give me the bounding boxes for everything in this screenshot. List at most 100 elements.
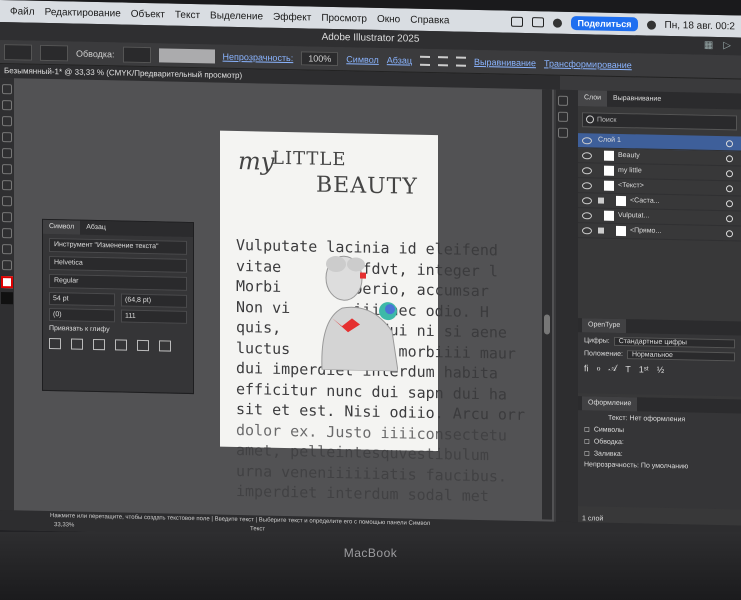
statue-image[interactable] (302, 249, 398, 372)
snap-angular-icon[interactable] (137, 339, 149, 352)
target-icon[interactable] (726, 154, 733, 162)
target-icon[interactable] (726, 214, 733, 222)
tab-layers[interactable]: Слои (578, 90, 608, 107)
symbols-row[interactable]: Символы (594, 426, 624, 434)
export-panel-icon[interactable] (558, 127, 568, 138)
rectangle-tool-icon[interactable] (2, 148, 12, 159)
layer-row[interactable]: <Прямо... (578, 223, 741, 242)
stroke-swatch[interactable] (40, 44, 68, 61)
visibility-icon[interactable] (582, 211, 592, 219)
tab-paragraph[interactable]: Абзац (80, 221, 112, 236)
snap-proximity-icon[interactable] (115, 339, 127, 351)
snap-bounds-icon[interactable] (93, 338, 105, 351)
target-icon[interactable] (726, 139, 733, 147)
battery-icon[interactable] (511, 16, 524, 27)
keyboard-icon[interactable] (532, 17, 545, 28)
eye-icon[interactable]: ◻ (584, 449, 590, 457)
eyedropper-tool-icon[interactable] (2, 228, 12, 239)
menu-window[interactable]: Окно (377, 13, 400, 24)
ordinal-icon[interactable]: 1ˢᵗ (639, 364, 649, 374)
rotate-tool-icon[interactable] (2, 180, 12, 191)
target-icon[interactable] (726, 169, 733, 177)
menu-effect[interactable]: Эффект (273, 11, 311, 23)
stroke-color-swatch[interactable] (1, 292, 13, 305)
paragraph-link[interactable]: Абзац (387, 55, 412, 66)
lock-icon[interactable] (598, 197, 604, 204)
font-family-select[interactable]: Helvetica (49, 256, 187, 273)
fill-color-swatch[interactable] (1, 276, 13, 289)
tracking-field[interactable]: 111 (121, 309, 187, 324)
opacity-field[interactable]: 100% (301, 50, 339, 66)
font-size-field[interactable]: 54 pt (49, 292, 115, 307)
snap-baseline-icon[interactable] (49, 338, 61, 350)
contextual-icon[interactable]: ℴ (597, 362, 601, 373)
transform-link[interactable]: Трансформирование (544, 58, 632, 70)
swash-icon[interactable]: 𝒜 (609, 363, 618, 374)
snap-xheight-icon[interactable] (71, 338, 83, 350)
visibility-icon[interactable] (582, 226, 592, 234)
search-icon[interactable] (646, 20, 656, 30)
leading-field[interactable]: (64,8 pt) (121, 293, 187, 308)
vertical-scrollbar[interactable] (542, 89, 552, 520)
snap-anchor-icon[interactable] (159, 340, 171, 352)
hand-tool-icon[interactable] (2, 244, 12, 255)
opacity-label[interactable]: Непрозрачность: (223, 51, 294, 62)
selection-tool-icon[interactable] (2, 84, 12, 95)
fraction-icon[interactable]: ½ (657, 364, 665, 374)
menu-view[interactable]: Просмотр (321, 12, 367, 24)
target-icon[interactable] (726, 199, 733, 207)
opacity-row[interactable]: Непрозрачность: По умолчанию (584, 461, 688, 470)
digits-select[interactable]: Стандартные цифры (613, 336, 735, 349)
ligature-icon[interactable]: ﬁ (584, 363, 589, 373)
tab-align[interactable]: Выравнивание (607, 91, 667, 108)
position-select[interactable]: Нормальное (626, 350, 735, 362)
lock-icon[interactable] (598, 227, 604, 234)
eye-icon[interactable]: ◻ (584, 437, 590, 445)
stroke-weight[interactable] (122, 46, 151, 63)
zoom-level[interactable]: 33,33% (54, 522, 74, 528)
type-tool-icon[interactable] (2, 132, 12, 143)
scale-tool-icon[interactable] (2, 196, 12, 207)
menu-edit[interactable]: Редактирование (45, 6, 121, 19)
share-button[interactable]: Поделиться (571, 15, 638, 32)
target-icon[interactable] (726, 184, 733, 192)
align-right-icon[interactable] (456, 56, 467, 67)
align-left-icon[interactable] (420, 55, 431, 66)
layers-search[interactable]: Поиск (582, 112, 737, 131)
pen-tool-icon[interactable] (2, 116, 12, 127)
visibility-icon[interactable] (582, 136, 592, 144)
scroll-thumb[interactable] (544, 314, 550, 335)
gradient-tool-icon[interactable] (2, 212, 12, 223)
tab-appearance[interactable]: Оформление (582, 396, 638, 412)
visibility-icon[interactable] (582, 181, 592, 189)
touch-type-tool[interactable]: Инструмент "Изменение текста" (49, 238, 187, 255)
visibility-icon[interactable] (582, 166, 592, 174)
libraries-panel-icon[interactable] (558, 111, 568, 122)
direct-selection-tool-icon[interactable] (2, 100, 12, 111)
menu-object[interactable]: Объект (131, 8, 165, 20)
titling-icon[interactable]: T (625, 364, 631, 374)
symbol-link[interactable]: Символ (346, 54, 378, 65)
menu-text[interactable]: Текст (175, 9, 200, 21)
menu-select[interactable]: Выделение (210, 10, 263, 22)
logo-little-text[interactable]: LITTLE (272, 148, 347, 171)
zoom-tool-icon[interactable] (2, 260, 12, 271)
visibility-icon[interactable] (582, 151, 592, 159)
tab-character[interactable]: Символ (43, 219, 81, 235)
menu-file[interactable]: Файл (10, 6, 35, 18)
stroke-row[interactable]: Обводка: (594, 438, 624, 446)
font-style-select[interactable]: Regular (49, 274, 187, 291)
align-center-icon[interactable] (438, 55, 449, 66)
target-icon[interactable] (726, 229, 733, 237)
eye-icon[interactable]: ◻ (584, 425, 590, 433)
fill-swatch[interactable] (4, 43, 32, 61)
logo-beauty-text[interactable]: BEAUTY (316, 173, 418, 200)
visibility-icon[interactable] (582, 196, 592, 204)
kerning-field[interactable]: (0) (49, 308, 115, 323)
align-link[interactable]: Выравнивание (474, 56, 536, 67)
wifi-icon[interactable] (553, 18, 563, 28)
properties-panel-icon[interactable] (558, 95, 568, 106)
menu-help[interactable]: Справка (410, 14, 449, 26)
brush-preview[interactable] (158, 47, 215, 63)
tab-opentype[interactable]: OpenType (582, 318, 627, 334)
